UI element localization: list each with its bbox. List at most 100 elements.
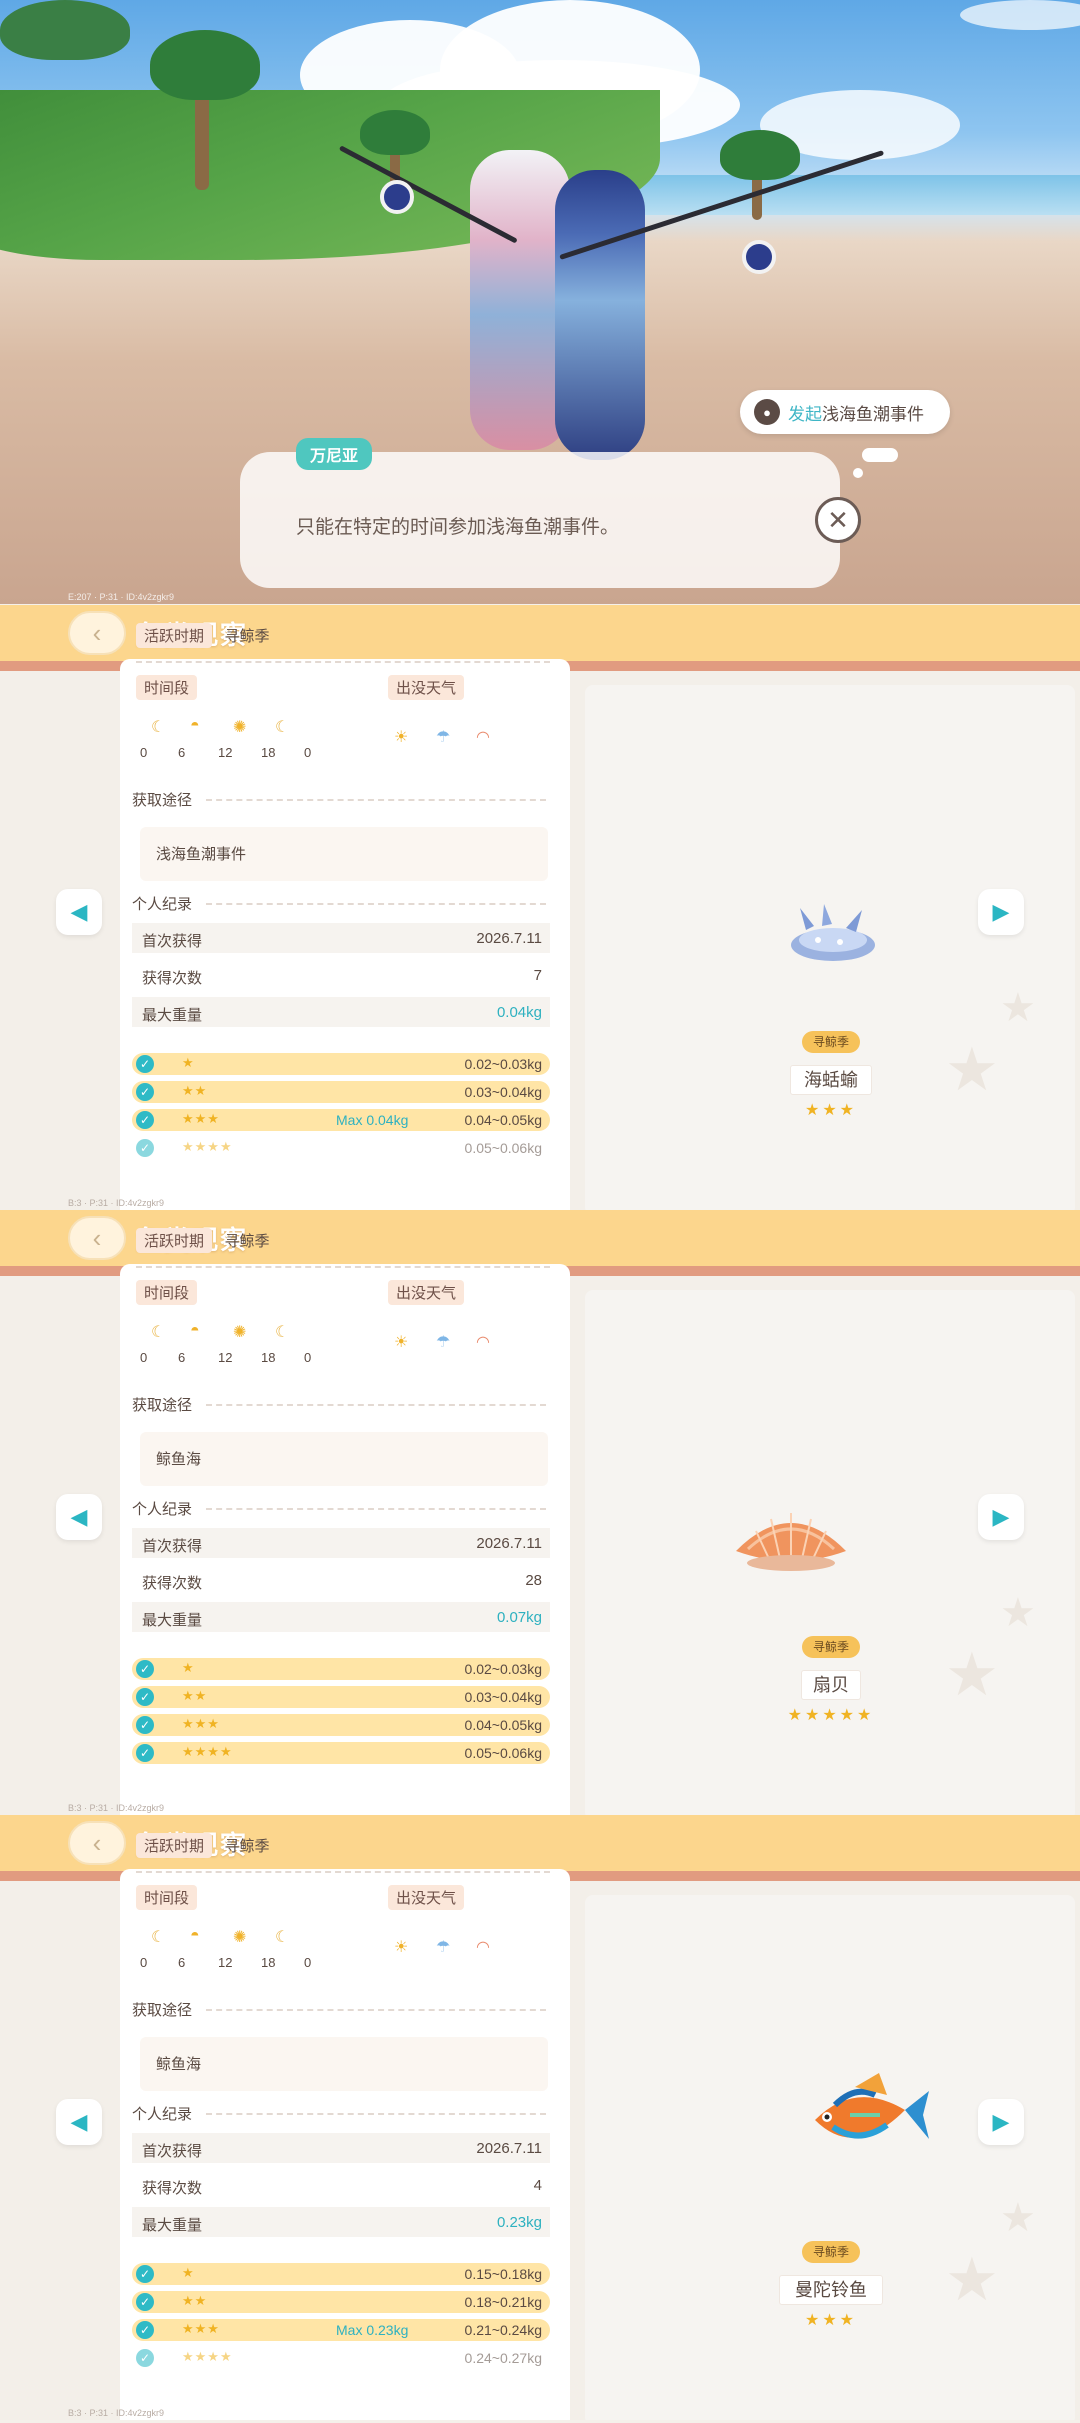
npc-dialog-text: 只能在特定的时间参加浅海鱼潮事件。 [296,517,620,538]
sunny-icon: ☀ [394,1334,409,1351]
time-tick: 12 [218,1350,233,1365]
weather-label: 出没天气 [388,1280,465,1305]
sun-icon: ✺ [233,1929,247,1946]
divider [206,2113,546,2115]
active-period-label: 活跃时期 [136,1228,213,1253]
close-dialog-button[interactable]: ✕ [815,497,861,543]
grade-stars: ★★ [182,2293,208,2308]
grade-row: ✓ ★★★ Max 0.23kg 0.21~0.24kg [132,2319,550,2341]
max-weight-value: 0.23kg [496,2214,542,2231]
divider [136,1871,550,1873]
cloud [960,0,1080,30]
time-tick: 0 [304,1955,312,1970]
active-period-value: 寻鲸季 [224,1838,270,1855]
grade-range: 0.02~0.03kg [464,1661,542,1677]
uid-text: B:3 · P:31 · ID:4v2zgkr9 [68,1803,165,1813]
mandarinfish-icon [795,2065,935,2170]
next-fish-button[interactable]: ▶ [978,2099,1024,2145]
first-caught-label: 首次获得 [142,1538,203,1555]
bobber-icon [742,240,776,274]
npc-name: 万尼亚 [296,438,373,470]
time-period-label: 时间段 [136,1885,198,1910]
prev-fish-button[interactable]: ◀ [56,1494,102,1540]
back-button[interactable]: ‹ [68,1821,126,1865]
sun-icon: ✺ [233,719,247,736]
rain-icon: ☂ [436,1939,451,1956]
grade-range: 0.15~0.18kg [464,2266,542,2282]
left-arrow-icon: ◀ [70,899,88,924]
check-icon: ✓ [136,1055,154,1073]
time-tick: 6 [178,1350,186,1365]
catch-count-value: 4 [533,2177,542,2194]
season-badge: 寻鲸季 [802,2241,860,2263]
back-arrow-icon: ‹ [92,617,102,648]
moon-icon: ☾ [275,1324,290,1341]
fish-name: 扇贝 [801,1670,861,1700]
fish-rarity-stars: ★★★ [804,1102,858,1119]
grade-row: ✓ ★★ 0.03~0.04kg [132,1081,550,1103]
grade-range: 0.03~0.04kg [464,1689,542,1705]
prev-fish-button[interactable]: ◀ [56,2099,102,2145]
grade-row: ✓ ★★★★ 0.24~0.27kg [132,2347,550,2369]
time-tick: 12 [218,1955,233,1970]
catch-count-label: 获得次数 [142,1575,203,1592]
right-arrow-icon: ▶ [992,899,1010,924]
active-period-label: 活跃时期 [136,1833,213,1858]
grade-range: 0.03~0.04kg [464,1084,542,1100]
divider [206,1508,546,1510]
next-fish-button[interactable]: ▶ [978,889,1024,935]
moon-icon: ☾ [275,719,290,736]
time-tick: 0 [304,1350,312,1365]
time-tick: 0 [304,745,312,760]
right-arrow-icon: ▶ [992,1504,1010,1529]
first-caught-value: 2026.7.11 [476,1535,542,1552]
time-tick: 6 [178,745,186,760]
star-decoration-icon: ★ [1000,2196,1036,2240]
active-period-label: 活跃时期 [136,623,213,648]
sun-icon: ✺ [233,1324,247,1341]
source-label: 获取途径 [132,792,193,809]
back-button[interactable]: ‹ [68,1216,126,1260]
grade-stars: ★★★★ [182,1744,233,1759]
prev-fish-button[interactable]: ◀ [56,889,102,935]
back-arrow-icon: ‹ [92,1827,102,1858]
active-period-row: 活跃时期 寻鲸季 [136,623,269,648]
check-icon: ✓ [136,1744,154,1762]
grade-range: 0.05~0.06kg [464,1140,542,1156]
grade-range: 0.21~0.24kg [464,2322,542,2338]
check-icon: ✓ [136,1083,154,1101]
sea-slug-icon [778,900,888,975]
check-icon: ✓ [136,1688,154,1706]
sunrise-icon: ◓ [190,1322,200,1339]
source-label: 获取途径 [132,1397,193,1414]
fish-name: 曼陀铃鱼 [779,2275,883,2305]
uid-text: B:3 · P:31 · ID:4v2zgkr9 [68,1198,165,1208]
next-fish-button[interactable]: ▶ [978,1494,1024,1540]
rainbow-icon: ◠ [476,729,490,746]
fish-observation-panel: ‹ 鱼类观察 ★ ★ ◀ ▶ 活跃时期 寻鲸季 时间段 出没天气 ☾ ◓ ✺ ☾… [0,1815,1080,2420]
time-period-label: 时间段 [136,1280,198,1305]
fish-name: 海蛞蝓 [790,1065,872,1095]
max-weight-row: 最大重量 0.23kg [132,2207,550,2237]
star-decoration-icon: ★ [1000,986,1036,1030]
first-caught-row: 首次获得 2026.7.11 [132,1528,550,1558]
grade-range: 0.04~0.05kg [464,1112,542,1128]
scallop-icon [726,1505,856,1580]
moon-icon: ☾ [151,1929,166,1946]
grade-range: 0.04~0.05kg [464,1717,542,1733]
time-tick: 18 [261,745,276,760]
first-caught-row: 首次获得 2026.7.11 [132,923,550,953]
grade-range: 0.05~0.06kg [464,1745,542,1761]
fish-observation-panel: ‹ 鱼类观察 ★ ★ ◀ ▶ 活跃时期 寻鲸季 时间段 出没天气 ☾ ◓ ✺ ☾… [0,1210,1080,1815]
divider [206,1404,546,1406]
active-period-row: 活跃时期 寻鲸季 [136,1833,269,1858]
back-button[interactable]: ‹ [68,611,126,655]
check-icon: ✓ [136,1660,154,1678]
max-weight-value: 0.07kg [496,1609,542,1626]
time-tick: 0 [140,1955,148,1970]
weather-label: 出没天气 [388,675,465,700]
season-badge: 寻鲸季 [802,1031,860,1053]
check-icon: ✓ [136,2265,154,2283]
start-event-bubble[interactable]: ● 发起 浅海鱼潮事件 [740,390,950,434]
first-caught-value: 2026.7.11 [476,930,542,947]
